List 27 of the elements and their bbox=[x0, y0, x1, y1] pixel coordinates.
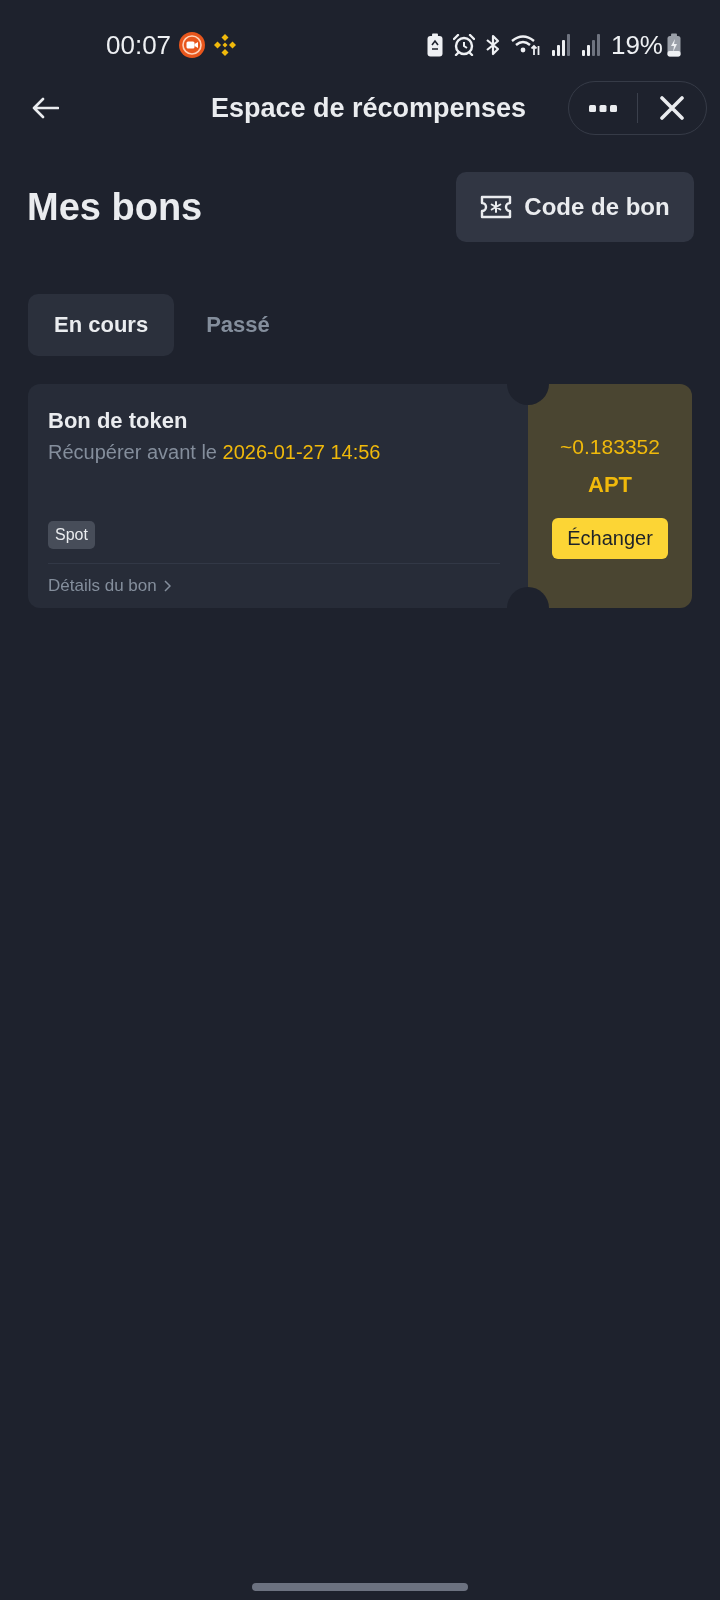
status-time: 00:07 bbox=[106, 30, 172, 60]
wifi-icon bbox=[510, 34, 541, 56]
voucher-code-button[interactable]: Code de bon bbox=[456, 172, 694, 242]
diamond-logo-icon bbox=[213, 33, 238, 57]
more-dots-icon bbox=[589, 104, 617, 112]
voucher-asset: APT bbox=[588, 471, 632, 498]
signal-icon bbox=[580, 33, 601, 57]
chevron-right-icon bbox=[163, 580, 171, 592]
page-title: Espace de récompenses bbox=[210, 92, 527, 124]
battery-percentage: 19% bbox=[610, 30, 663, 60]
back-arrow-icon bbox=[31, 97, 59, 119]
voucher-expiry: Récupérer avant le 2026-01-27 14:56 bbox=[48, 440, 382, 464]
bluetooth-icon bbox=[484, 34, 501, 56]
ticket-icon bbox=[480, 195, 513, 219]
section-heading: Mes bons bbox=[27, 185, 203, 229]
tab[interactable]: Passé bbox=[180, 294, 296, 356]
redeem-button[interactable]: Échanger bbox=[552, 517, 668, 559]
battery-charging-icon bbox=[667, 33, 681, 57]
signal-icon bbox=[550, 33, 571, 57]
tab[interactable]: En cours bbox=[28, 294, 175, 356]
market-tag: Spot bbox=[48, 521, 95, 549]
voucher-amount: ~0.183352 bbox=[560, 433, 660, 460]
alarm-clock-icon bbox=[452, 34, 475, 56]
voucher-title: Bon de token bbox=[48, 408, 189, 434]
close-icon bbox=[659, 96, 684, 120]
recorder-app-icon bbox=[179, 32, 206, 58]
voucher-details-link[interactable]: Détails du bon bbox=[48, 564, 171, 608]
